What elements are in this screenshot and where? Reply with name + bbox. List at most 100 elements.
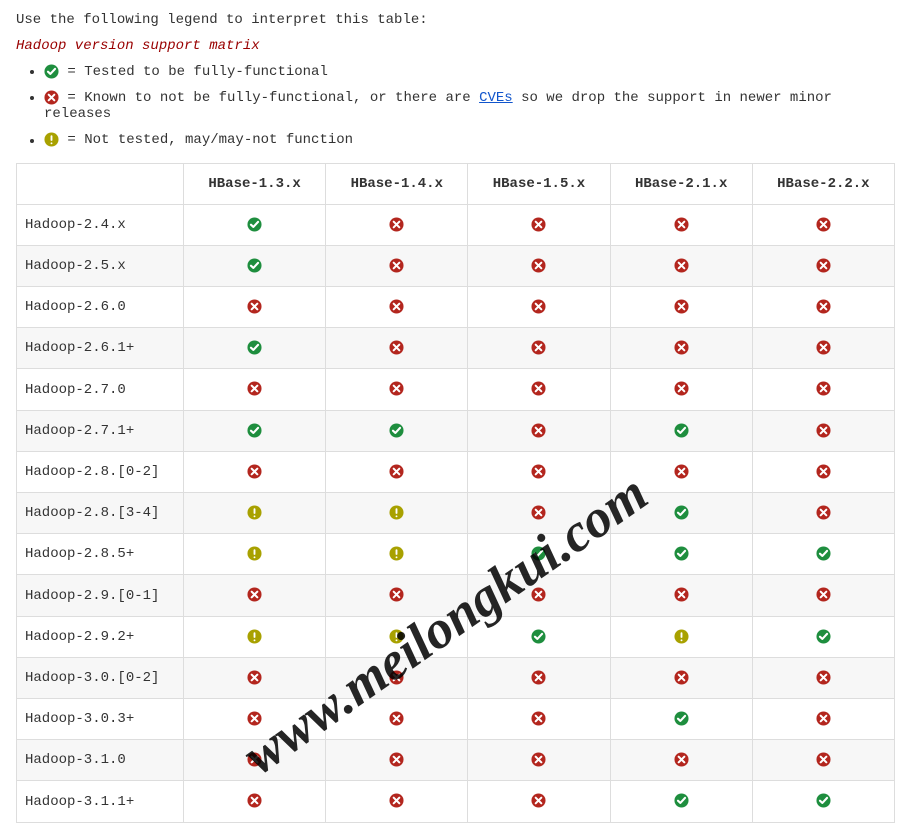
status-cell [610, 740, 752, 781]
x-circle-icon [816, 258, 831, 273]
x-circle-icon [674, 587, 689, 602]
table-row: Hadoop-2.7.0 [17, 369, 895, 410]
x-circle-icon [389, 464, 404, 479]
x-circle-icon [531, 587, 546, 602]
x-circle-icon [44, 90, 59, 105]
exclamation-circle-icon [389, 629, 404, 644]
legend-list: = Tested to be fully-functional = Known … [16, 64, 895, 149]
table-row: Hadoop-2.9.[0-1] [17, 575, 895, 616]
check-circle-icon [816, 546, 831, 561]
check-circle-icon [389, 423, 404, 438]
status-cell [752, 575, 894, 616]
status-cell [468, 451, 610, 492]
x-circle-icon [674, 381, 689, 396]
x-circle-icon [389, 752, 404, 767]
status-cell [184, 616, 326, 657]
cves-link[interactable]: CVEs [479, 90, 513, 106]
x-circle-icon [816, 587, 831, 602]
check-circle-icon [247, 340, 262, 355]
x-circle-icon [531, 258, 546, 273]
status-cell [610, 493, 752, 534]
status-cell [326, 493, 468, 534]
exclamation-circle-icon [247, 629, 262, 644]
legend-item-warn: = Not tested, may/may-not function [44, 132, 895, 148]
exclamation-circle-icon [44, 132, 59, 147]
status-cell [468, 534, 610, 575]
x-circle-icon [816, 670, 831, 685]
check-circle-icon [674, 423, 689, 438]
check-circle-icon [674, 505, 689, 520]
x-circle-icon [389, 711, 404, 726]
x-circle-icon [531, 505, 546, 520]
check-circle-icon [816, 629, 831, 644]
status-cell [752, 410, 894, 451]
column-header: HBase-2.2.x [752, 163, 894, 204]
x-circle-icon [816, 505, 831, 520]
column-header: HBase-1.4.x [326, 163, 468, 204]
row-label: Hadoop-3.0.[0-2] [17, 657, 184, 698]
x-circle-icon [247, 464, 262, 479]
status-cell [752, 245, 894, 286]
row-label: Hadoop-2.5.x [17, 245, 184, 286]
x-circle-icon [247, 381, 262, 396]
status-cell [468, 740, 610, 781]
table-row: Hadoop-2.7.1+ [17, 410, 895, 451]
legend-item-ok: = Tested to be fully-functional [44, 64, 895, 80]
status-cell [610, 534, 752, 575]
check-circle-icon [816, 793, 831, 808]
status-cell [184, 369, 326, 410]
table-row: Hadoop-3.0.[0-2] [17, 657, 895, 698]
status-cell [184, 493, 326, 534]
status-cell [468, 328, 610, 369]
row-label: Hadoop-3.1.0 [17, 740, 184, 781]
exclamation-circle-icon [247, 505, 262, 520]
status-cell [326, 204, 468, 245]
status-cell [752, 328, 894, 369]
x-circle-icon [389, 258, 404, 273]
legend-intro: Use the following legend to interpret th… [16, 12, 895, 28]
status-cell [468, 699, 610, 740]
row-label: Hadoop-2.8.5+ [17, 534, 184, 575]
status-cell [184, 781, 326, 822]
check-circle-icon [247, 258, 262, 273]
table-corner [17, 163, 184, 204]
x-circle-icon [816, 340, 831, 355]
x-circle-icon [531, 340, 546, 355]
check-circle-icon [247, 217, 262, 232]
status-cell [184, 204, 326, 245]
table-row: Hadoop-2.8.[3-4] [17, 493, 895, 534]
check-circle-icon [674, 546, 689, 561]
status-cell [326, 616, 468, 657]
x-circle-icon [816, 464, 831, 479]
status-cell [184, 740, 326, 781]
status-cell [610, 410, 752, 451]
status-cell [184, 699, 326, 740]
status-cell [610, 204, 752, 245]
status-cell [752, 699, 894, 740]
x-circle-icon [247, 299, 262, 314]
status-cell [752, 369, 894, 410]
status-cell [326, 740, 468, 781]
row-label: Hadoop-2.7.1+ [17, 410, 184, 451]
status-cell [326, 245, 468, 286]
row-label: Hadoop-2.9.2+ [17, 616, 184, 657]
x-circle-icon [531, 299, 546, 314]
status-cell [610, 575, 752, 616]
status-cell [326, 287, 468, 328]
status-cell [468, 616, 610, 657]
x-circle-icon [531, 464, 546, 479]
exclamation-circle-icon [389, 546, 404, 561]
row-label: Hadoop-3.1.1+ [17, 781, 184, 822]
exclamation-circle-icon [389, 505, 404, 520]
row-label: Hadoop-2.6.1+ [17, 328, 184, 369]
x-circle-icon [531, 381, 546, 396]
row-label: Hadoop-2.8.[0-2] [17, 451, 184, 492]
x-circle-icon [531, 217, 546, 232]
x-circle-icon [531, 670, 546, 685]
status-cell [752, 451, 894, 492]
x-circle-icon [247, 752, 262, 767]
table-row: Hadoop-3.0.3+ [17, 699, 895, 740]
legend-text: = Known to not be fully-functional, or t… [67, 90, 479, 106]
check-circle-icon [674, 711, 689, 726]
table-row: Hadoop-2.4.x [17, 204, 895, 245]
